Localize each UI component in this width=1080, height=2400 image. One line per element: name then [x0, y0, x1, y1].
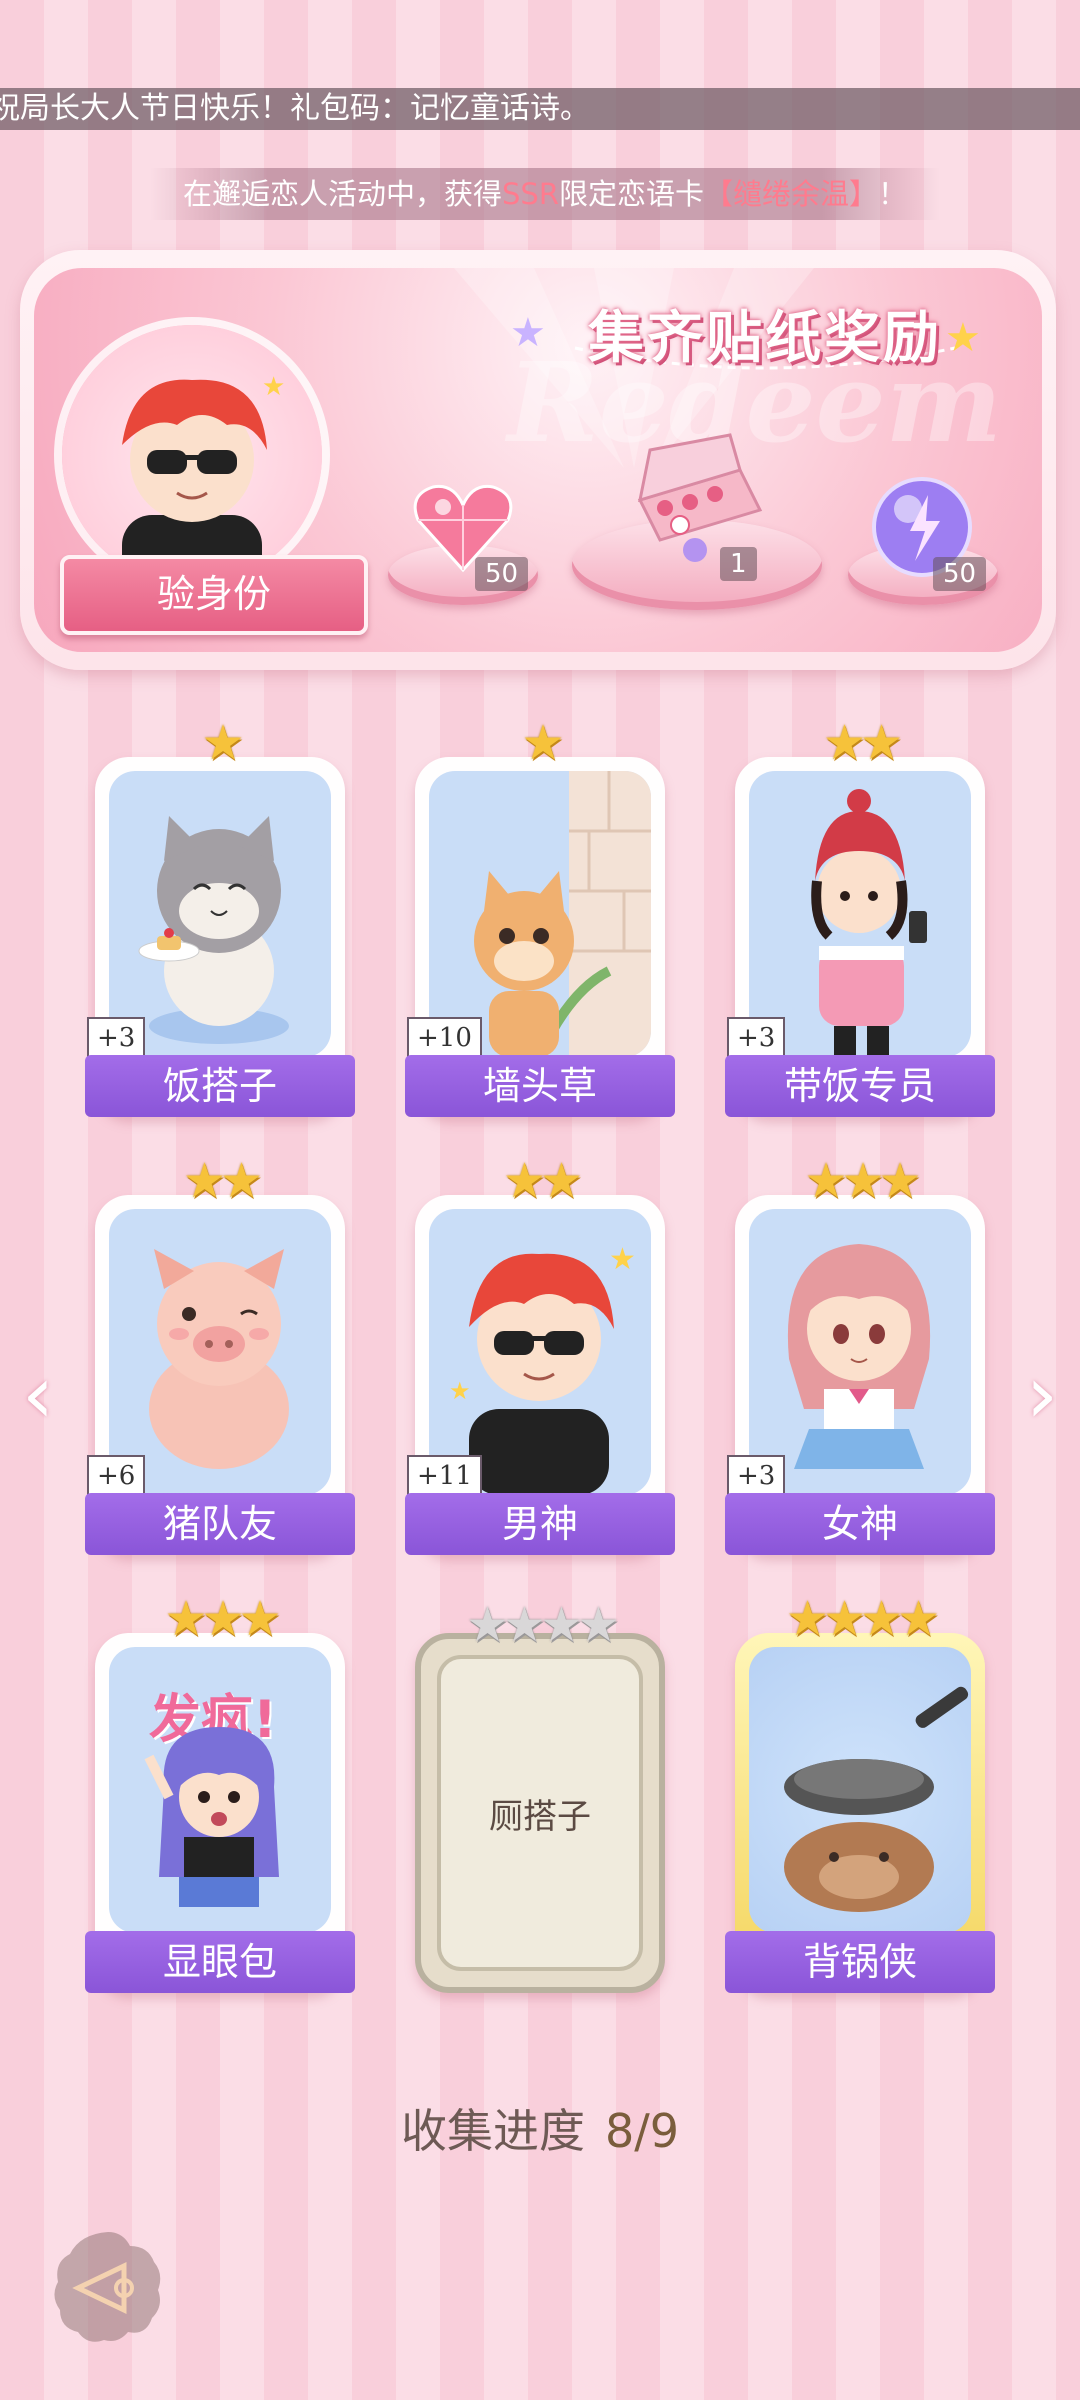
sticker-card[interactable]: ★★★ +3 女神: [725, 1153, 995, 1555]
card-name: 墙头草: [405, 1055, 675, 1117]
rarity-stars: ★★★★: [465, 1597, 620, 1653]
notice-ssr: SSR: [502, 177, 559, 211]
back-button[interactable]: [48, 2228, 168, 2348]
sparkle-icon: ★: [510, 310, 546, 356]
card-art-pig: [109, 1209, 331, 1495]
sticker-card[interactable]: ★ +10 墙头草: [405, 715, 675, 1117]
banner-title: 集齐贴纸奖励: [588, 306, 942, 371]
card-name: 男神: [405, 1493, 675, 1555]
rarity-stars: ★★★: [164, 1591, 281, 1647]
banner-title-wrap: 集齐贴纸奖励: [555, 288, 975, 378]
sticker-card[interactable]: ★★ ★ ★ +11 男神: [405, 1153, 675, 1555]
rarity-stars: ★★★★: [785, 1591, 940, 1647]
progress-label: 收集进度: [400, 2104, 585, 2158]
bonus-badge: +6: [87, 1455, 146, 1497]
card-name: 女神: [725, 1493, 995, 1555]
card-name: 厕搭子: [489, 1797, 591, 1837]
notice-card-name: 【缱绻余温】: [703, 177, 878, 211]
back-arrow-icon: [54, 2232, 161, 2342]
card-art-capybara: [749, 1647, 971, 1933]
sparkle-icon: ★: [945, 315, 981, 361]
rarity-stars: ★: [201, 715, 244, 771]
card-name: 猪队友: [85, 1493, 355, 1555]
card-name: 背锅侠: [725, 1931, 995, 1993]
card-name: 带饭专员: [725, 1055, 995, 1117]
reward-count: 1: [720, 547, 757, 581]
card-art-girl-pink: [749, 1209, 971, 1495]
rarity-stars: ★★: [822, 715, 903, 771]
rarity-stars: ★★: [182, 1153, 263, 1209]
verify-identity-button[interactable]: 验身份: [60, 555, 368, 635]
card-art-girl-shouting: 发疯!: [109, 1647, 331, 1933]
bonus-badge: +10: [407, 1017, 482, 1059]
rarity-stars: ★★: [502, 1153, 583, 1209]
svg-text:★: ★: [262, 372, 285, 402]
progress-value: 8/9: [604, 2104, 680, 2158]
rarity-stars: ★★★: [804, 1153, 921, 1209]
sticker-card[interactable]: ★★ +6 猪队友: [85, 1153, 355, 1555]
card-art-girl-phone: [749, 771, 971, 1057]
sticker-card[interactable]: ★★★★ 背锅侠: [725, 1591, 995, 1993]
event-notice: 在邂逅恋人活动中，获得SSR限定恋语卡【缱绻余温】！: [150, 168, 940, 220]
reward-count: 50: [933, 557, 987, 591]
card-art-squirrel: [429, 771, 651, 1057]
next-page-arrow-icon[interactable]: ›: [1012, 1350, 1072, 1440]
announcement-marquee: 祝局长大人节日快乐！礼包码：记忆童话诗。: [0, 88, 1080, 130]
marquee-text: 祝局长大人节日快乐！礼包码：记忆童话诗。: [0, 91, 590, 126]
reward-count: 50: [475, 557, 529, 591]
rarity-stars: ★: [521, 715, 564, 771]
svg-text:★: ★: [609, 1242, 636, 1277]
card-name: 显眼包: [85, 1931, 355, 1993]
collection-progress: 收集进度 8/9: [0, 2095, 1080, 2161]
avatar-boy-sunglasses: ★: [122, 372, 285, 585]
sticker-card-locked[interactable]: ★★★★ 厕搭子: [415, 1597, 665, 1993]
bonus-badge: +11: [407, 1455, 482, 1497]
svg-text:★: ★: [449, 1377, 471, 1405]
notice-prefix: 在邂逅恋人活动中，获得: [182, 177, 502, 211]
card-art-boy-sunglasses: ★ ★: [429, 1209, 651, 1495]
notice-middle: 限定恋语卡: [558, 177, 704, 211]
sticker-card[interactable]: ★★ +3 带饭专员: [725, 715, 995, 1117]
card-name: 饭搭子: [85, 1055, 355, 1117]
card-art-cat: [109, 771, 331, 1057]
prev-page-arrow-icon[interactable]: ‹: [8, 1350, 68, 1440]
bonus-badge: +3: [727, 1017, 786, 1059]
player-avatar[interactable]: ★: [62, 325, 322, 585]
bonus-badge: +3: [727, 1455, 786, 1497]
bonus-badge: +3: [87, 1017, 146, 1059]
notice-suffix: ！: [878, 177, 908, 211]
sticker-card[interactable]: ★★★ 发疯! 显眼包: [85, 1591, 355, 1993]
sticker-card[interactable]: ★ +3 饭搭子: [85, 715, 355, 1117]
